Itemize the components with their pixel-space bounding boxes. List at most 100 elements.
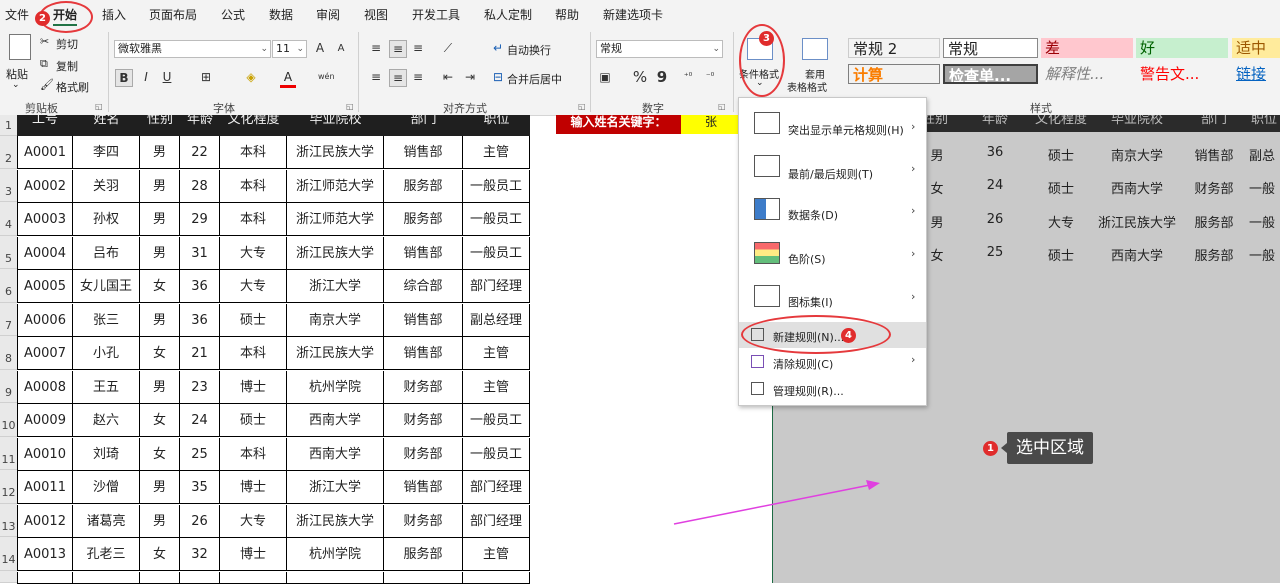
table-cell[interactable]: 男 <box>140 371 180 404</box>
result-cell[interactable]: 一般 <box>1249 212 1280 231</box>
column-header[interactable]: 姓名 <box>73 115 140 136</box>
table-cell[interactable]: 浙江民族大学 <box>287 505 384 538</box>
table-cell[interactable]: 杭州学院 <box>287 371 384 404</box>
menu-item-top-bottom-rules[interactable]: 最前/最后规则(T) › <box>739 150 926 190</box>
style-neutral[interactable]: 适中 <box>1232 38 1280 58</box>
align-center-icon[interactable]: ≡ <box>389 69 407 87</box>
paste-icon[interactable] <box>9 34 31 60</box>
table-cell[interactable]: 销售部 <box>384 337 463 370</box>
table-cell[interactable] <box>73 572 140 584</box>
table-cell[interactable]: 沙僧 <box>73 471 140 504</box>
table-cell[interactable]: 财务部 <box>384 404 463 437</box>
table-cell[interactable]: 西南大学 <box>287 404 384 437</box>
table-cell[interactable]: 大专 <box>220 237 287 270</box>
font-name-select[interactable]: 微软雅黑 ⌄ <box>114 40 271 58</box>
table-cell[interactable]: A0011 <box>17 471 73 504</box>
increase-indent-icon[interactable]: ⇥ <box>462 69 478 85</box>
table-cell[interactable]: 一般员工 <box>463 170 530 203</box>
table-cell[interactable]: 王五 <box>73 371 140 404</box>
number-launcher-icon[interactable]: ◱ <box>718 102 726 111</box>
chevron-down-icon[interactable]: ⌄ <box>12 80 20 90</box>
table-cell[interactable]: 本科 <box>220 438 287 471</box>
table-cell[interactable]: 一般员工 <box>463 404 530 437</box>
grow-font-button[interactable]: A <box>312 40 328 56</box>
table-cell[interactable]: 销售部 <box>384 304 463 337</box>
table-cell[interactable]: 32 <box>180 538 220 571</box>
increase-decimal-icon[interactable]: ⁺⁰ <box>680 69 696 85</box>
table-cell[interactable]: 24 <box>180 404 220 437</box>
tab-data[interactable]: 数据 <box>269 6 293 23</box>
table-cell[interactable]: 36 <box>180 270 220 303</box>
table-cell[interactable]: A0003 <box>17 203 73 236</box>
bold-button[interactable]: B <box>115 69 133 87</box>
table-cell[interactable]: 刘琦 <box>73 438 140 471</box>
table-cell[interactable]: 26 <box>180 505 220 538</box>
table-cell[interactable]: 孔老三 <box>73 538 140 571</box>
table-cell[interactable]: 吕布 <box>73 237 140 270</box>
align-middle-icon[interactable]: ≡ <box>389 40 407 58</box>
table-cell[interactable] <box>180 572 220 584</box>
table-cell[interactable] <box>17 572 73 584</box>
table-cell[interactable]: 浙江师范大学 <box>287 203 384 236</box>
copy-button[interactable]: 复制 <box>56 58 78 74</box>
row-header[interactable] <box>0 571 17 583</box>
table-cell[interactable]: 女 <box>140 337 180 370</box>
column-header[interactable]: 性别 <box>140 115 180 136</box>
style-bad[interactable]: 差 <box>1041 38 1133 58</box>
style-hyperlink[interactable]: 链接 <box>1232 64 1280 84</box>
fill-color-icon[interactable]: ◈ <box>243 69 259 85</box>
table-cell[interactable]: 女儿国王 <box>73 270 140 303</box>
table-cell[interactable]: 男 <box>140 203 180 236</box>
tab-custom[interactable]: 私人定制 <box>484 6 532 23</box>
font-color-button[interactable]: A <box>280 69 296 88</box>
underline-button[interactable]: U <box>159 69 175 85</box>
row-header[interactable]: 2 <box>0 136 17 169</box>
border-icon[interactable]: ⊞ <box>198 69 214 85</box>
menu-item-data-bars[interactable]: 数据条(D) › <box>739 192 926 232</box>
column-header[interactable]: 工号 <box>17 115 73 136</box>
table-cell[interactable]: 25 <box>180 438 220 471</box>
table-cell[interactable]: 关羽 <box>73 170 140 203</box>
table-cell[interactable]: 赵六 <box>73 404 140 437</box>
tab-new[interactable]: 新建选项卡 <box>603 6 663 23</box>
row-header[interactable]: 3 <box>0 169 17 202</box>
table-cell[interactable]: 35 <box>180 471 220 504</box>
comma-button[interactable]: 9 <box>654 69 670 85</box>
table-cell[interactable]: 副总经理 <box>463 304 530 337</box>
table-cell[interactable]: 女 <box>140 404 180 437</box>
row-header[interactable]: 13 <box>0 504 17 537</box>
result-cell[interactable]: 财务部 <box>1169 178 1259 197</box>
menu-item-highlight-rules[interactable]: 突出显示单元格规则(H) › <box>739 108 926 148</box>
row-header[interactable]: 7 <box>0 303 17 336</box>
percent-button[interactable]: % <box>632 69 648 85</box>
row-header[interactable]: 10 <box>0 403 17 437</box>
table-cell[interactable]: A0008 <box>17 371 73 404</box>
table-cell[interactable]: 服务部 <box>384 538 463 571</box>
table-cell[interactable] <box>140 572 180 584</box>
table-cell[interactable]: 29 <box>180 203 220 236</box>
table-cell[interactable]: 大专 <box>220 505 287 538</box>
format-painter-icon[interactable]: 🖌 <box>40 78 54 91</box>
table-cell[interactable]: 财务部 <box>384 438 463 471</box>
format-painter-button[interactable]: 格式刷 <box>56 79 89 95</box>
style-good[interactable]: 好 <box>1136 38 1228 58</box>
result-cell[interactable]: 一般 <box>1249 178 1280 197</box>
row-header[interactable]: 5 <box>0 236 17 269</box>
tab-view[interactable]: 视图 <box>364 6 388 23</box>
table-cell[interactable]: 浙江民族大学 <box>287 237 384 270</box>
table-cell[interactable]: 一般员工 <box>463 237 530 270</box>
column-header[interactable]: 部门 <box>384 115 463 136</box>
table-cell[interactable]: 女 <box>140 438 180 471</box>
row-header[interactable]: 8 <box>0 336 17 370</box>
table-cell[interactable]: 综合部 <box>384 270 463 303</box>
table-cell[interactable]: 销售部 <box>384 471 463 504</box>
cut-button[interactable]: 剪切 <box>56 36 78 52</box>
shrink-font-button[interactable]: A <box>333 41 349 57</box>
align-left-icon[interactable]: ≡ <box>368 69 384 85</box>
table-cell[interactable]: 博士 <box>220 471 287 504</box>
table-cell[interactable]: 一般员工 <box>463 438 530 471</box>
font-launcher-icon[interactable]: ◱ <box>346 102 354 111</box>
menu-item-icon-sets[interactable]: 图标集(I) › <box>739 278 926 318</box>
style-warning[interactable]: 警告文... <box>1136 64 1228 84</box>
merge-icon[interactable]: ⊟ <box>490 69 506 85</box>
